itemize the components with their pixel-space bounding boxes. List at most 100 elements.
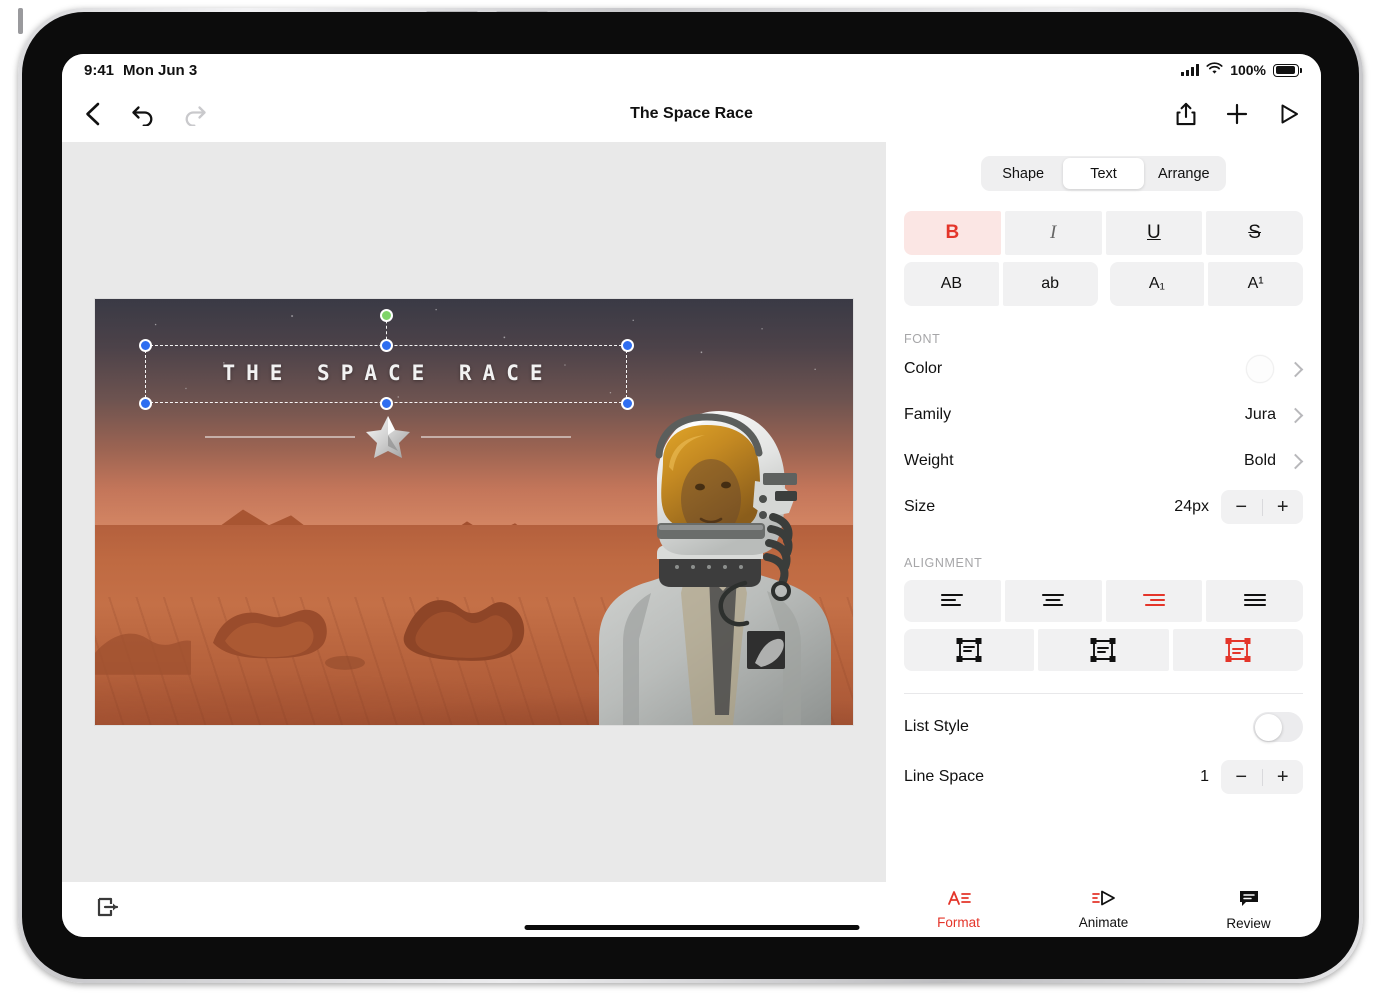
font-color-swatch[interactable] [1246,355,1274,383]
status-bar-left: 9:41 Mon Jun 3 [84,62,197,79]
animate-icon [1091,889,1117,912]
line-space-row: Line Space 1 − + [904,754,1303,800]
text-style-button-row: B I U S [904,211,1303,255]
handle-top-center[interactable] [380,339,393,352]
battery-icon [1273,64,1299,77]
rotate-handle[interactable] [380,309,393,322]
plus-icon[interactable] [1225,102,1249,126]
section-divider [904,693,1303,694]
tab-review-label: Review [1226,916,1270,931]
tab-text[interactable]: Text [1063,158,1143,189]
tab-format[interactable]: Format [886,889,1031,930]
toolbar-right-group [1175,101,1301,127]
strikethrough-button[interactable]: S [1206,211,1303,255]
tab-arrange[interactable]: Arrange [1144,158,1224,189]
tab-format-label: Format [937,915,980,930]
underline-button[interactable]: U [1106,211,1203,255]
align-left-button[interactable] [904,580,1001,622]
superscript-button[interactable]: A¹ [1208,262,1303,306]
smart-connector [18,8,23,34]
slide[interactable]: THE SPACE RACE [95,299,853,725]
valign-middle-button[interactable] [1038,629,1168,671]
lowercase-button[interactable]: ab [1003,262,1098,306]
handle-bottom-left[interactable] [139,397,152,410]
font-size-label: Size [904,498,1174,516]
font-family-row[interactable]: Family Jura [904,392,1303,438]
line-space-stepper: − + [1221,760,1303,794]
align-center-button[interactable] [1005,580,1102,622]
chevron-right-icon [1288,407,1304,423]
comment-icon [1238,889,1260,913]
bottom-tab-bar: Format Animate Review [886,882,1321,937]
wifi-icon [1206,62,1223,78]
toolbar-left-group [82,101,208,127]
alignment-section-label: ALIGNMENT [904,556,1303,570]
font-color-row[interactable]: Color [904,346,1303,392]
star-divider [147,417,629,457]
vertical-alignment-row [904,629,1303,671]
battery-percent-label: 100% [1230,62,1266,78]
list-style-label: List Style [904,718,1253,736]
format-text-icon [947,889,971,912]
italic-button[interactable]: I [1005,211,1102,255]
divider-line-right [421,436,571,438]
chevron-right-icon [1288,361,1304,377]
font-size-decrease-button[interactable]: − [1221,497,1262,517]
home-indicator[interactable] [524,925,859,930]
export-icon[interactable] [96,896,120,923]
format-inspector-panel: Shape Text Arrange B I U S AB ab [886,142,1321,882]
align-right-button[interactable] [1106,580,1203,622]
screenshot-root: 9:41 Mon Jun 3 100% [0,0,1381,1001]
valign-bottom-button[interactable] [1173,629,1303,671]
ipad-device-frame: 9:41 Mon Jun 3 100% [18,8,1363,983]
redo-icon[interactable] [182,102,208,126]
font-weight-value: Bold [1244,452,1276,470]
font-weight-row[interactable]: Weight Bold [904,438,1303,484]
undo-icon[interactable] [130,102,156,126]
bold-button[interactable]: B [904,211,1001,255]
valign-top-button[interactable] [904,629,1034,671]
font-weight-label: Weight [904,452,1244,470]
document-title: The Space Race [62,105,1321,123]
top-toolbar: The Space Race [62,86,1321,142]
text-selection-box [145,345,627,403]
font-size-row: Size 24px − + [904,484,1303,530]
tab-shape[interactable]: Shape [983,158,1063,189]
font-family-value: Jura [1245,406,1276,424]
font-size-increase-button[interactable]: + [1263,497,1304,517]
cellular-signal-icon [1181,64,1199,76]
subscript-button[interactable]: A₁ [1110,262,1205,306]
status-date: Mon Jun 3 [123,62,197,79]
tab-review[interactable]: Review [1176,889,1321,931]
star-icon [365,415,411,459]
font-size-value: 24px [1174,498,1209,516]
handle-top-right[interactable] [621,339,634,352]
uppercase-button[interactable]: AB [904,262,999,306]
tab-animate[interactable]: Animate [1031,889,1176,930]
status-time: 9:41 [84,62,114,79]
chevron-left-icon[interactable] [82,101,104,127]
font-color-label: Color [904,360,1246,378]
case-and-script-button-row: AB ab A₁ A¹ [904,262,1303,306]
font-family-label: Family [904,406,1245,424]
align-justify-button[interactable] [1206,580,1303,622]
share-icon[interactable] [1175,101,1197,127]
ipad-screen: 9:41 Mon Jun 3 100% [62,54,1321,937]
play-icon[interactable] [1277,102,1301,126]
text-alignment-row [904,580,1303,622]
divider-line-left [205,436,355,438]
handle-bottom-center[interactable] [380,397,393,410]
tab-animate-label: Animate [1079,915,1129,930]
handle-bottom-right[interactable] [621,397,634,410]
line-space-value: 1 [1200,768,1209,786]
handle-top-left[interactable] [139,339,152,352]
bottom-bar: Format Animate Review [62,882,1321,937]
line-space-increase-button[interactable]: + [1263,767,1304,787]
list-style-toggle[interactable] [1253,712,1303,742]
line-space-decrease-button[interactable]: − [1221,767,1262,787]
line-space-label: Line Space [904,768,1200,786]
slide-canvas-area[interactable]: THE SPACE RACE [62,142,886,882]
script-button-group: A₁ A¹ [1110,262,1304,306]
status-bar: 9:41 Mon Jun 3 100% [62,54,1321,86]
case-button-group: AB ab [904,262,1098,306]
